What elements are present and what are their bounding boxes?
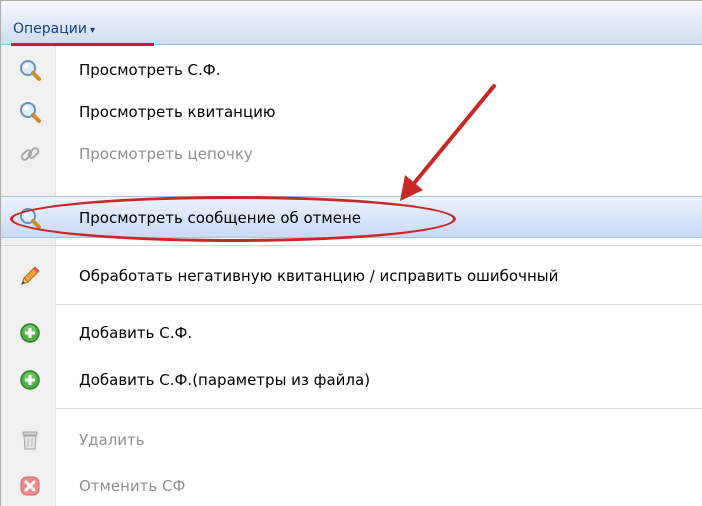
menu-item-label: Удалить	[79, 431, 145, 449]
operations-dropdown-menu: Просмотреть С.Ф. Просмотреть квитанцию П…	[1, 46, 702, 506]
menu-item-view-cancel-message[interactable]: Просмотреть сообщение об отмене	[1, 196, 702, 238]
menu-item-add-invoice-from-file[interactable]: Добавить С.Ф.(параметры из файла)	[1, 359, 702, 401]
menu-item-label: Отменить СФ	[79, 477, 186, 495]
magnifier-icon	[18, 58, 42, 82]
menu-separator	[1, 245, 702, 246]
menu-item-label: Добавить С.Ф.	[79, 324, 193, 342]
menu-item-view-invoice[interactable]: Просмотреть С.Ф.	[1, 49, 702, 91]
menu-item-view-chain: Просмотреть цепочку	[1, 133, 702, 175]
menu-separator	[56, 408, 702, 409]
menu-item-label: Добавить С.Ф.(параметры из файла)	[79, 371, 371, 389]
menu-item-delete: Удалить	[1, 419, 702, 461]
menu-item-label: Просмотреть С.Ф.	[79, 61, 221, 79]
green-plus-icon	[18, 321, 42, 345]
operations-menu-label: Операции	[13, 21, 87, 37]
menu-item-label: Просмотреть цепочку	[79, 145, 253, 163]
menu-item-label: Просмотреть сообщение об отмене	[79, 209, 362, 227]
menu-item-view-receipt[interactable]: Просмотреть квитанцию	[1, 91, 702, 133]
chevron-down-icon: ▾	[89, 25, 96, 36]
menu-separator	[56, 304, 702, 305]
menu-item-add-invoice[interactable]: Добавить С.Ф.	[1, 312, 702, 354]
magnifier-icon	[18, 100, 42, 124]
trash-icon	[18, 428, 42, 452]
menu-item-cancel-invoice: Отменить СФ	[1, 465, 702, 506]
green-plus-icon	[18, 368, 42, 392]
menu-item-process-negative-receipt[interactable]: Обработать негативную квитанцию / исправ…	[1, 255, 702, 297]
red-cancel-icon	[18, 474, 42, 498]
menu-bar: Операции ▾	[1, 1, 702, 45]
pencil-icon	[18, 264, 42, 288]
magnifier-icon	[18, 206, 42, 230]
menu-item-label: Обработать негативную квитанцию / исправ…	[79, 267, 559, 285]
operations-menu-button[interactable]: Операции ▾	[11, 17, 97, 43]
chain-link-icon	[18, 142, 42, 166]
screenshot-frame: Операции ▾ Просмотреть С.Ф. Просмотреть …	[0, 0, 702, 506]
menu-item-label: Просмотреть квитанцию	[79, 103, 276, 121]
